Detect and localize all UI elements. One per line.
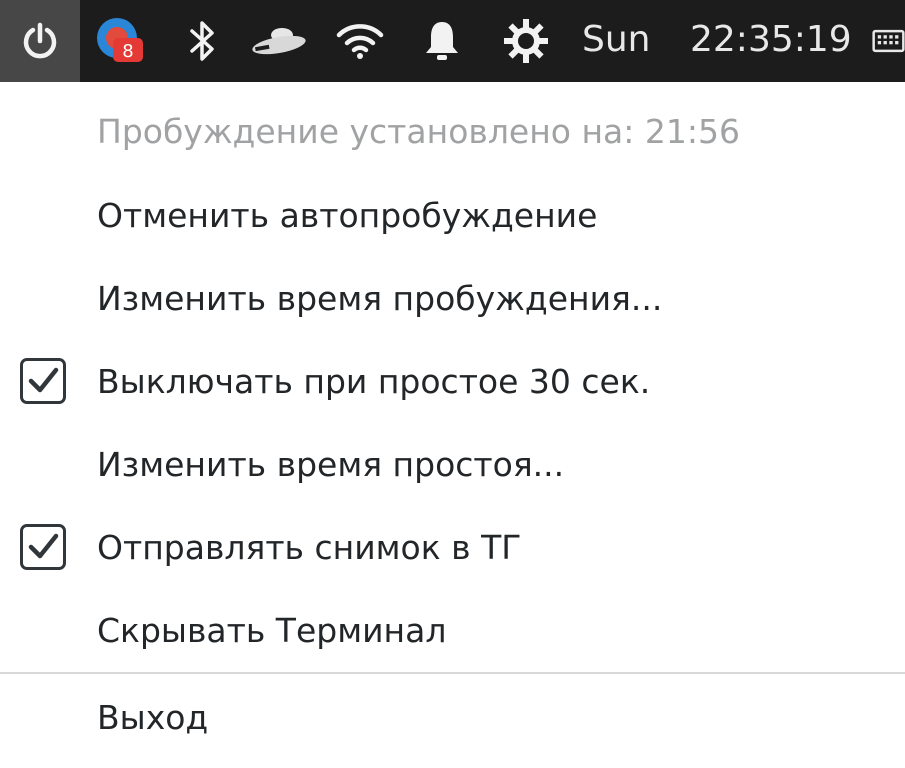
- menu-item-send-screenshot-tg[interactable]: Отправлять снимок в ТГ: [0, 506, 905, 588]
- menu-item-exit[interactable]: Выход: [0, 676, 905, 758]
- menu-item-label: Отменить автопробуждение: [97, 195, 598, 235]
- menu-status-label: Пробуждение установлено на: 21:56: [97, 111, 740, 151]
- menu-item-hide-terminal[interactable]: Скрывать Терминал: [0, 589, 905, 671]
- wifi-icon[interactable]: [332, 0, 388, 82]
- menu-item-cancel-autowake[interactable]: Отменить автопробуждение: [0, 174, 905, 256]
- badge-count: 8: [122, 41, 133, 62]
- menu-item-label: Скрывать Терминал: [97, 610, 447, 650]
- checkmark-icon: [28, 367, 59, 393]
- menu-separator: [0, 672, 905, 674]
- menu-item-label: Изменить время пробуждения...: [97, 278, 663, 318]
- keyboard-icon[interactable]: [872, 0, 905, 82]
- menu-item-change-idle-time[interactable]: Изменить время простоя...: [0, 423, 905, 505]
- ufo-icon[interactable]: [248, 0, 310, 82]
- menu-item-label: Выход: [97, 697, 209, 737]
- settings-gear-icon[interactable]: [498, 0, 554, 82]
- panel-day: Sun: [582, 19, 651, 60]
- menu-item-label: Отправлять снимок в ТГ: [97, 527, 522, 567]
- menu-item-change-wake-time[interactable]: Изменить время пробуждения...: [0, 257, 905, 339]
- checkmark-icon: [28, 533, 59, 559]
- shutdown-on-idle-checkbox[interactable]: [20, 358, 66, 404]
- send-screenshot-checkbox[interactable]: [20, 524, 66, 570]
- bluetooth-icon[interactable]: [180, 0, 224, 82]
- panel-clock[interactable]: 22:35:19: [690, 14, 852, 66]
- power-icon[interactable]: [14, 0, 66, 82]
- menu-status-wakeup-time: Пробуждение установлено на: 21:56: [0, 90, 905, 172]
- menu-item-label: Изменить время простоя...: [97, 444, 565, 484]
- menu-item-shutdown-on-idle[interactable]: Выключать при простое 30 сек.: [0, 340, 905, 422]
- top-panel: 8 Sun 22:35:19: [0, 0, 905, 82]
- app-badge-icon[interactable]: 8: [92, 0, 148, 82]
- tray-context-menu: Пробуждение установлено на: 21:56 Отмени…: [0, 82, 905, 768]
- menu-item-label: Выключать при простое 30 сек.: [97, 361, 651, 401]
- bell-icon[interactable]: [418, 0, 466, 82]
